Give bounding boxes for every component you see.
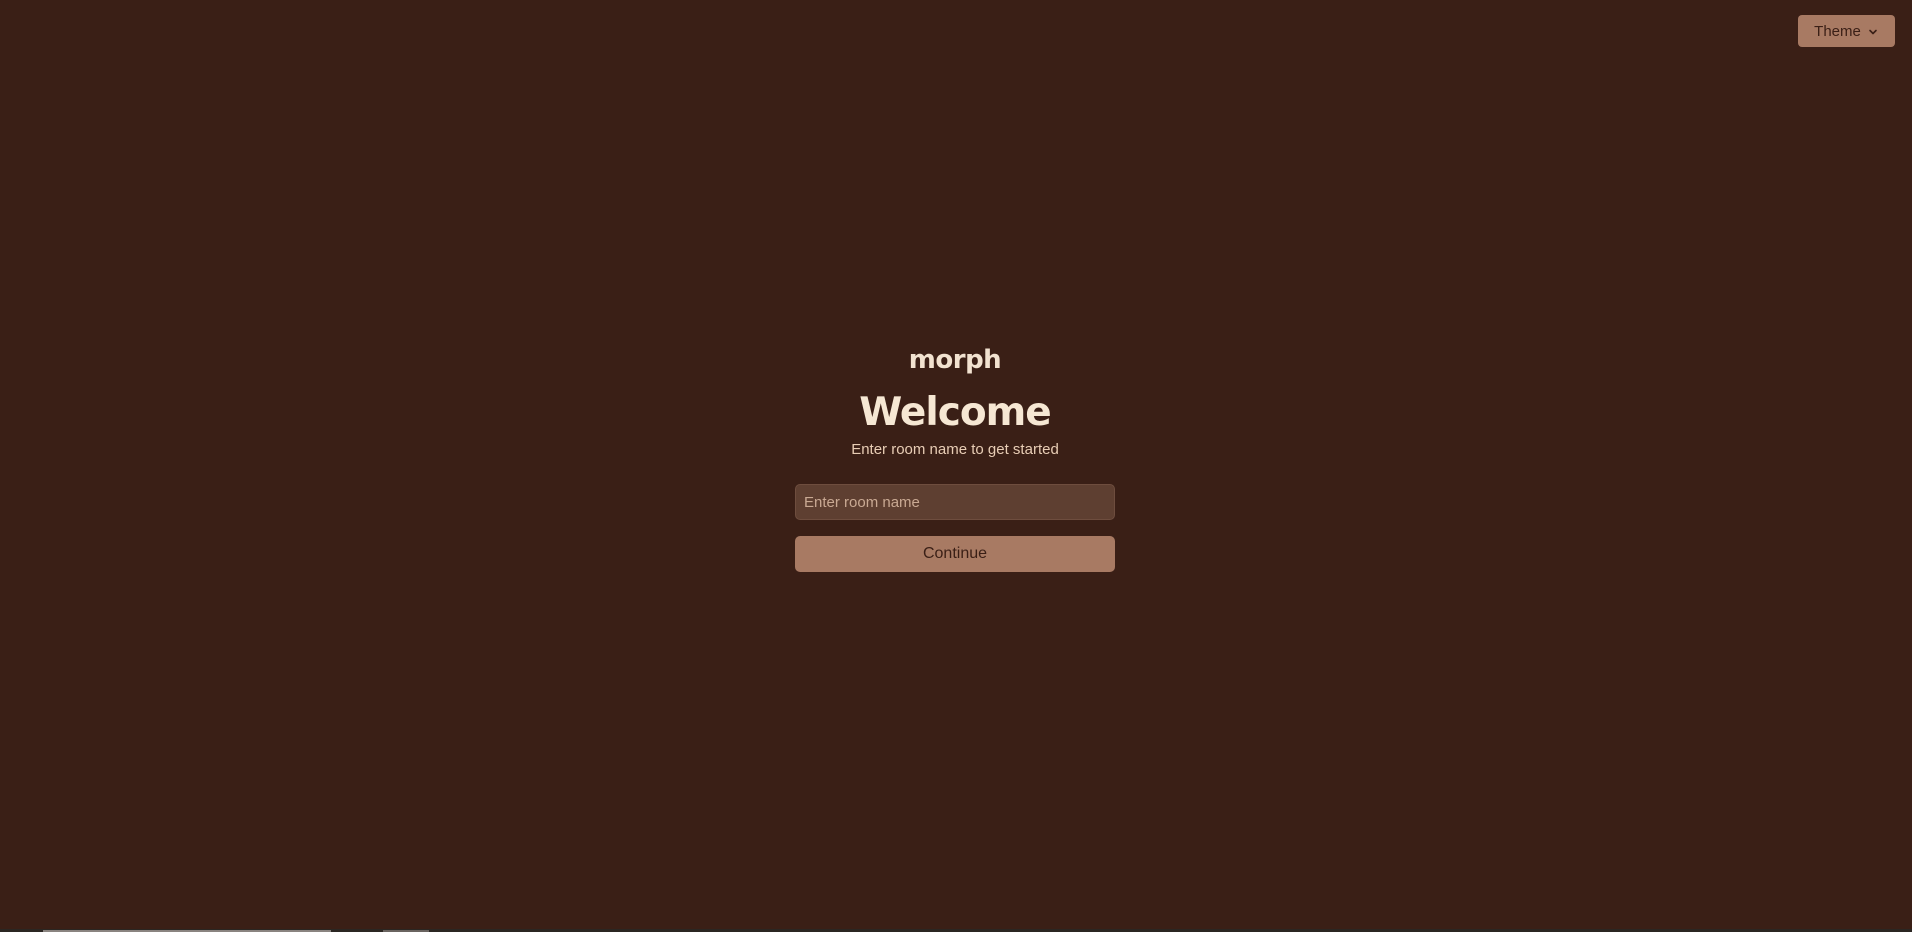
continue-button-label: Continue <box>922 545 988 562</box>
chevron-down-icon <box>1867 25 1879 37</box>
page-subtitle: Enter room name to get started <box>851 441 1059 458</box>
welcome-panel: morph Welcome Enter room name to get sta… <box>795 344 1115 572</box>
welcome-page: Theme morph Welcome Enter room name to g… <box>0 0 1912 932</box>
theme-button-label: Theme <box>1814 22 1861 40</box>
continue-button[interactable]: Continue <box>795 536 1115 572</box>
page-title: Welcome <box>859 390 1051 435</box>
theme-dropdown-button[interactable]: Theme <box>1798 15 1895 47</box>
room-name-input[interactable] <box>795 484 1115 520</box>
morph-logo: morph <box>908 345 1002 375</box>
